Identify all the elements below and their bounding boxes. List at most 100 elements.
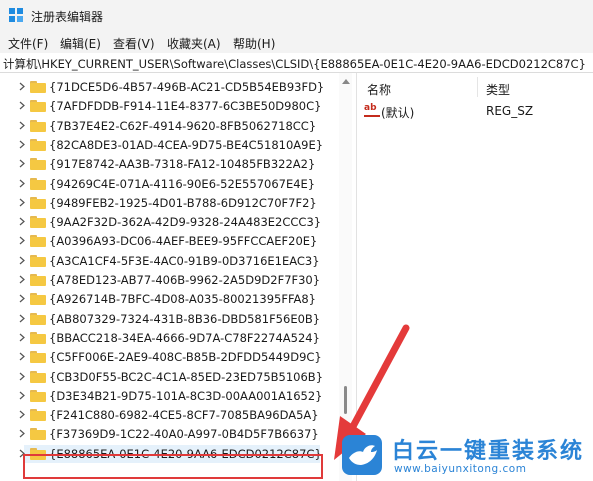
- tree-key-row[interactable]: {94269C4E-071A-4116-90E6-52E557067E4E}: [0, 175, 340, 193]
- tree-key-label: {71DCE5D6-4B57-496B-AC21-CD5B54EB93FD}: [49, 80, 325, 94]
- value-name: (默认): [381, 106, 415, 120]
- address-path[interactable]: 计算机\HKEY_CURRENT_USER\Software\Classes\C…: [3, 56, 586, 72]
- window-title: 注册表编辑器: [31, 10, 104, 24]
- expand-chevron-icon[interactable]: [19, 179, 25, 188]
- folder-icon: [30, 370, 46, 383]
- string-value-icon: ab: [364, 103, 380, 117]
- expand-chevron-icon[interactable]: [19, 217, 25, 226]
- folder-icon: [30, 100, 46, 113]
- folder-icon: [30, 81, 46, 93]
- folder-icon: [30, 138, 46, 151]
- expand-chevron-icon[interactable]: [19, 429, 25, 438]
- column-divider[interactable]: [477, 77, 478, 97]
- tree-key-label: {CB3D0F55-BC2C-4C1A-85ED-23ED75B5106B}: [49, 369, 324, 384]
- tree-key-row[interactable]: {F241C880-6982-4CE5-8CF7-7085BA96DA5A}: [0, 406, 340, 424]
- folder-icon: [30, 254, 46, 267]
- menu-file[interactable]: 文件(F): [8, 35, 48, 52]
- tree-key-row[interactable]: {A3CA1CF4-5F3E-4AC0-91B9-0D3716E1EAC3}: [0, 252, 340, 270]
- tree-key-row[interactable]: {82CA8DE3-01AD-4CEA-9D75-BE4C51810A9E}: [0, 136, 340, 154]
- expand-chevron-icon[interactable]: [19, 410, 25, 419]
- highlight-box: [23, 454, 323, 479]
- menu-help[interactable]: 帮助(H): [233, 35, 275, 52]
- folder-icon: [30, 312, 46, 325]
- folder-icon: [30, 351, 46, 364]
- folder-icon: [30, 158, 46, 171]
- menu-view[interactable]: 查看(V): [113, 35, 155, 52]
- tree-key-label: {AB807329-7324-431B-8B36-DBD581F56E0B}: [49, 311, 321, 326]
- tree-key-row[interactable]: {F37369D9-1C22-40A0-A997-0B4D5F7B6637}: [0, 425, 340, 443]
- scroll-up-arrow-icon[interactable]: [342, 79, 350, 84]
- address-bar[interactable]: 计算机\HKEY_CURRENT_USER\Software\Classes\C…: [0, 53, 593, 73]
- tree-key-label: {F37369D9-1C22-40A0-A997-0B4D5F7B6637}: [49, 427, 319, 442]
- tree-key-label: {A0396A93-DC06-4AEF-BEE9-95FFCCAEF20E}: [49, 234, 318, 249]
- tree-key-row[interactable]: {D3E34B21-9D75-101A-8C3D-00AA001A1652}: [0, 387, 340, 405]
- expand-chevron-icon[interactable]: [19, 294, 25, 303]
- expand-chevron-icon[interactable]: [19, 275, 25, 284]
- tree-key-label: {82CA8DE3-01AD-4CEA-9D75-BE4C51810A9E}: [49, 137, 324, 152]
- folder-icon: [30, 428, 46, 441]
- tree-key-label: {9AA2F32D-362A-42D9-9328-24A483E2CCC3}: [49, 215, 322, 230]
- tree-key-row[interactable]: {7AFDFDDB-F914-11E4-8377-6C3BE50D980C}: [0, 97, 340, 115]
- tree-key-label: {D3E34B21-9D75-101A-8C3D-00AA001A1652}: [49, 388, 323, 403]
- tree-key-row[interactable]: {AB807329-7324-431B-8B36-DBD581F56E0B}: [0, 310, 340, 328]
- tree-key-row[interactable]: {9AA2F32D-362A-42D9-9328-24A483E2CCC3}: [0, 213, 340, 231]
- folder-icon: [30, 389, 46, 402]
- column-header-type[interactable]: 类型: [486, 81, 510, 98]
- folder-icon: [30, 177, 46, 190]
- folder-icon: [30, 409, 46, 422]
- registry-editor-icon: [9, 8, 23, 22]
- expand-chevron-icon[interactable]: [19, 333, 25, 342]
- folder-icon: [30, 274, 46, 286]
- tree-key-label: {9489FEB2-1925-4D01-B788-6D912C70F7F2}: [49, 195, 317, 210]
- expand-chevron-icon[interactable]: [19, 140, 25, 149]
- tree-key-label: {BBACC218-34EA-4666-9D7A-C78F2274A524}: [49, 330, 320, 345]
- tree-key-row[interactable]: {9489FEB2-1925-4D01-B788-6D912C70F7F2}: [0, 194, 340, 212]
- tree-key-row[interactable]: {71DCE5D6-4B57-496B-AC21-CD5B54EB93FD}: [0, 78, 340, 96]
- tree-key-row[interactable]: {917E8742-AA3B-7318-FA12-10485FB322A2}: [0, 155, 340, 173]
- folder-icon: [30, 119, 46, 132]
- expand-chevron-icon[interactable]: [19, 314, 25, 323]
- tree-key-label: {C5FF006E-2AE9-408C-B85B-2DFDD5449D9C}: [49, 350, 322, 365]
- tree-key-label: {7B37E4E2-C62F-4914-9620-8FB5062718CC}: [49, 118, 317, 133]
- expand-chevron-icon[interactable]: [19, 101, 25, 110]
- watermark: 白云一键重装系统 www.baiyunxitong.com: [336, 430, 593, 481]
- expand-chevron-icon[interactable]: [19, 352, 25, 361]
- folder-icon: [30, 331, 46, 344]
- tree-key-label: {7AFDFDDB-F914-11E4-8377-6C3BE50D980C}: [49, 99, 322, 114]
- expand-chevron-icon[interactable]: [19, 391, 25, 400]
- watermark-title: 白云一键重装系统: [392, 439, 585, 464]
- folder-icon: [30, 196, 46, 209]
- menu-bar: 文件(F) 编辑(E) 查看(V) 收藏夹(A) 帮助(H): [0, 31, 593, 53]
- value-type: REG_SZ: [486, 104, 534, 118]
- tree-key-label: {A926714B-7BFC-4D08-A035-80021395FFA8}: [49, 292, 316, 307]
- expand-chevron-icon[interactable]: [19, 121, 25, 130]
- tree-key-label: {A78ED123-AB77-406B-9962-2A5D9D2F7F30}: [49, 273, 321, 287]
- tree-key-label: {A3CA1CF4-5F3E-4AC0-91B9-0D3716E1EAC3}: [49, 253, 320, 268]
- tree-key-label: {F241C880-6982-4CE5-8CF7-7085BA96DA5A}: [49, 408, 319, 423]
- folder-icon: [30, 235, 46, 248]
- tree-key-row[interactable]: {A926714B-7BFC-4D08-A035-80021395FFA8}: [0, 290, 340, 308]
- bird-logo-icon: [342, 435, 382, 475]
- title-bar: 注册表编辑器: [0, 0, 593, 31]
- tree-key-row[interactable]: {A78ED123-AB77-406B-9962-2A5D9D2F7F30}: [0, 271, 340, 289]
- column-header-name[interactable]: 名称: [367, 81, 391, 98]
- tree-key-row[interactable]: {C5FF006E-2AE9-408C-B85B-2DFDD5449D9C}: [0, 348, 340, 366]
- tree-key-row[interactable]: {BBACC218-34EA-4666-9D7A-C78F2274A524}: [0, 329, 340, 347]
- tree-key-row[interactable]: {A0396A93-DC06-4AEF-BEE9-95FFCCAEF20E}: [0, 232, 340, 250]
- expand-chevron-icon[interactable]: [19, 236, 25, 245]
- folder-icon: [30, 293, 46, 306]
- key-tree-pane: {71DCE5D6-4B57-496B-AC21-CD5B54EB93FD} {7…: [0, 73, 352, 481]
- expand-chevron-icon[interactable]: [19, 198, 25, 207]
- watermark-url: www.baiyunxitong.com: [394, 463, 527, 475]
- folder-icon: [30, 216, 46, 229]
- menu-edit[interactable]: 编辑(E): [60, 35, 101, 52]
- tree-key-label: {94269C4E-071A-4116-90E6-52E557067E4E}: [49, 176, 316, 191]
- tree-key-row[interactable]: {7B37E4E2-C62F-4914-9620-8FB5062718CC}: [0, 117, 340, 135]
- tree-key-row[interactable]: {CB3D0F55-BC2C-4C1A-85ED-23ED75B5106B}: [0, 368, 340, 386]
- menu-favorites[interactable]: 收藏夹(A): [167, 35, 221, 52]
- expand-chevron-icon[interactable]: [19, 372, 25, 381]
- expand-chevron-icon[interactable]: [19, 82, 25, 91]
- expand-chevron-icon[interactable]: [19, 256, 25, 265]
- expand-chevron-icon[interactable]: [19, 159, 25, 168]
- tree-key-label: {917E8742-AA3B-7318-FA12-10485FB322A2}: [49, 157, 316, 172]
